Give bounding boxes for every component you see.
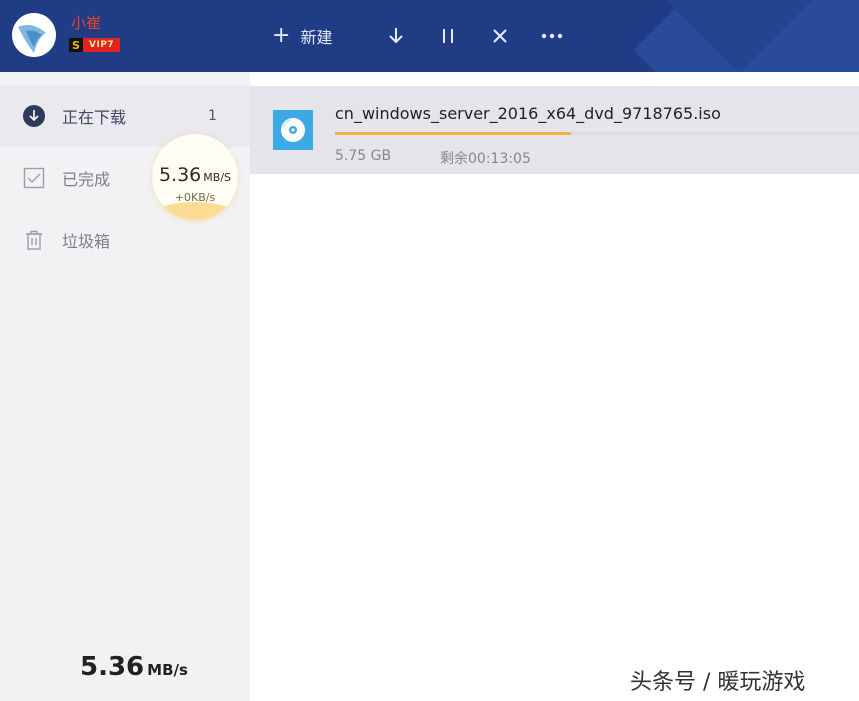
vip-badge[interactable]: S VIP7 bbox=[69, 38, 121, 52]
more-button[interactable] bbox=[539, 22, 565, 50]
speed-value: 5.36 bbox=[158, 164, 202, 186]
download-circle-icon bbox=[22, 104, 46, 128]
file-size: 5.75 GB bbox=[335, 148, 392, 164]
new-task-button[interactable]: + 新建 bbox=[272, 22, 332, 50]
speed-bubble[interactable]: 5.36 MB/S +0KB/s bbox=[152, 134, 238, 220]
total-speed-unit: MB/s bbox=[147, 661, 188, 679]
speed-unit: MB/S bbox=[203, 171, 232, 184]
vip-level: VIP7 bbox=[83, 38, 121, 52]
speed-bubble-value: 5.36 MB/S bbox=[152, 164, 238, 186]
download-arrow-icon bbox=[389, 28, 403, 44]
start-download-button[interactable] bbox=[383, 22, 409, 50]
remaining-time: 剩余00:13:05 bbox=[440, 151, 531, 167]
top-bar: 小崔 S VIP7 + 新建 bbox=[0, 0, 859, 72]
user-name[interactable]: 小崔 bbox=[71, 12, 101, 33]
check-square-icon bbox=[22, 166, 46, 190]
downloading-count: 1 bbox=[208, 108, 217, 124]
vip-s-mark: S bbox=[69, 38, 83, 52]
delete-button[interactable] bbox=[487, 22, 513, 50]
new-task-label: 新建 bbox=[300, 28, 333, 47]
pause-icon bbox=[443, 29, 453, 43]
speed-wave bbox=[152, 202, 238, 220]
task-list: cn_windows_server_2016_x64_dvd_9718765.i… bbox=[250, 72, 859, 701]
task-row[interactable]: cn_windows_server_2016_x64_dvd_9718765.i… bbox=[250, 86, 859, 174]
sidebar-item-label: 垃圾箱 bbox=[62, 232, 111, 251]
sidebar-item-label: 正在下载 bbox=[62, 108, 127, 127]
close-icon bbox=[493, 29, 507, 43]
total-speed-value: 5.36 bbox=[80, 652, 145, 682]
watermark: 头条号 / 暖玩游戏 bbox=[630, 670, 806, 695]
trash-icon bbox=[22, 228, 46, 252]
plus-icon: + bbox=[272, 23, 291, 48]
progress-bar bbox=[335, 132, 859, 135]
total-speed: 5.36 MB/s bbox=[80, 652, 188, 682]
disc-icon bbox=[273, 110, 313, 150]
file-name: cn_windows_server_2016_x64_dvd_9718765.i… bbox=[335, 104, 721, 123]
upload-speed: +0KB/s bbox=[174, 191, 216, 204]
progress-fill bbox=[335, 132, 571, 135]
pause-button[interactable] bbox=[435, 22, 461, 50]
more-icon bbox=[541, 33, 563, 39]
avatar[interactable] bbox=[12, 13, 56, 57]
sidebar-item-label: 已完成 bbox=[62, 170, 111, 189]
